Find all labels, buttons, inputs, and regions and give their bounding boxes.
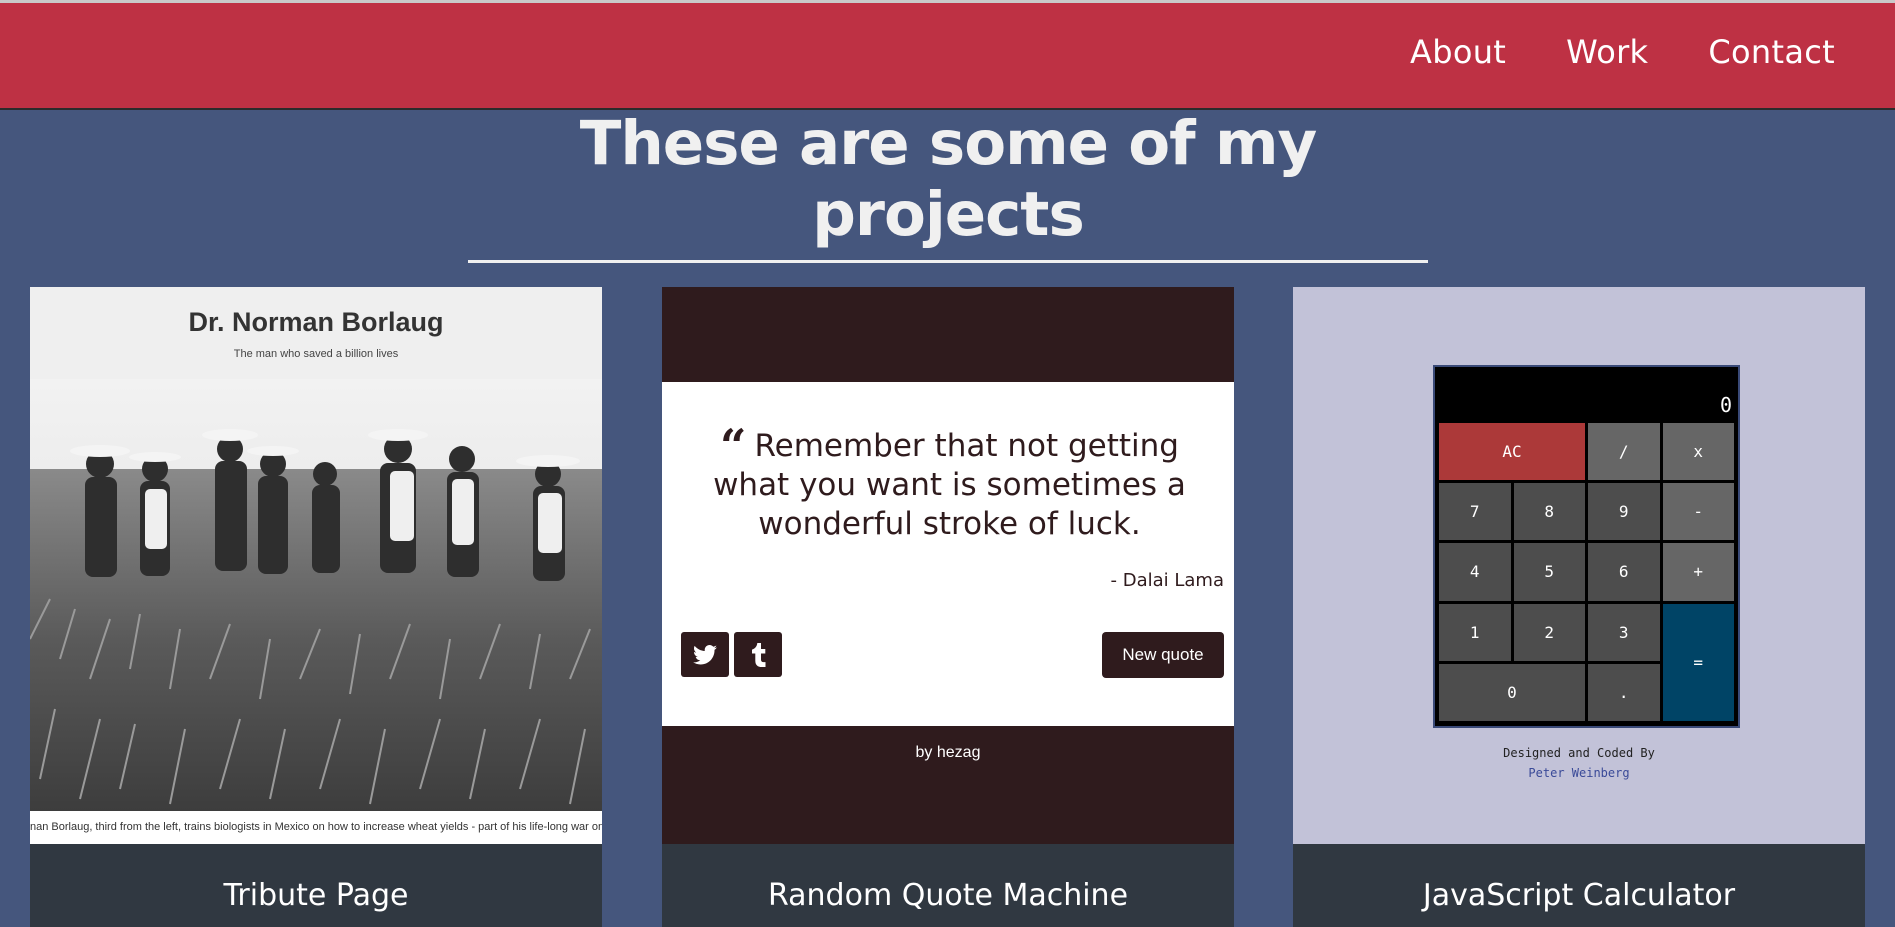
tweet-button[interactable]	[681, 632, 729, 677]
calculator-screenshot: 0 AC / x 7 8 9 - 4 5 6 + 1 2 3 = 0 . Des…	[1293, 287, 1865, 844]
projects-section-title: These are some of my projects	[468, 108, 1428, 263]
key-multiply[interactable]: x	[1661, 422, 1735, 482]
key-4[interactable]: 4	[1438, 542, 1512, 602]
main-nav: About Work Contact	[1410, 33, 1835, 71]
key-3[interactable]: 3	[1587, 602, 1661, 662]
key-2[interactable]: 2	[1512, 602, 1586, 662]
key-1[interactable]: 1	[1438, 602, 1512, 662]
calculator-credit: Designed and Coded By Peter Weinberg	[1293, 743, 1865, 783]
author-byline: by hezag	[915, 744, 981, 761]
new-quote-button[interactable]: New quote	[1102, 632, 1224, 678]
credit-line: Designed and Coded By	[1503, 746, 1655, 760]
tribute-page-screenshot: Dr. Norman Borlaug The man who saved a b…	[30, 287, 602, 844]
wheat-field-photo	[30, 379, 602, 811]
quote-body: Remember that not getting what you want …	[713, 428, 1186, 542]
project-tile-quote-machine[interactable]: “Remember that not getting what you want…	[662, 287, 1234, 927]
quote-text: “Remember that not getting what you want…	[702, 423, 1197, 544]
calculator: 0 AC / x 7 8 9 - 4 5 6 + 1 2 3 = 0 .	[1433, 365, 1740, 728]
key-add[interactable]: +	[1661, 542, 1735, 602]
site-header: About Work Contact	[0, 0, 1895, 110]
credit-author-link[interactable]: Peter Weinberg	[1293, 763, 1865, 783]
tumblr-icon	[752, 642, 766, 667]
tribute-header: Dr. Norman Borlaug The man who saved a b…	[30, 287, 602, 379]
key-8[interactable]: 8	[1512, 482, 1586, 542]
quote-author: - Dalai Lama	[1110, 570, 1224, 591]
project-tile-tribute[interactable]: Dr. Norman Borlaug The man who saved a b…	[30, 287, 602, 927]
quote-box: “Remember that not getting what you want…	[662, 382, 1234, 726]
key-9[interactable]: 9	[1587, 482, 1661, 542]
project-title: Tribute Page	[30, 844, 602, 927]
key-clear[interactable]: AC	[1438, 422, 1586, 482]
project-tile-calculator[interactable]: 0 AC / x 7 8 9 - 4 5 6 + 1 2 3 = 0 . Des…	[1293, 287, 1865, 927]
calculator-keypad: AC / x 7 8 9 - 4 5 6 + 1 2 3 = 0 .	[1438, 422, 1735, 722]
key-0[interactable]: 0	[1438, 662, 1586, 722]
key-7[interactable]: 7	[1438, 482, 1512, 542]
key-6[interactable]: 6	[1587, 542, 1661, 602]
key-equals[interactable]: =	[1661, 602, 1735, 722]
key-divide[interactable]: /	[1587, 422, 1661, 482]
nav-work-link[interactable]: Work	[1566, 33, 1648, 71]
nav-about-link[interactable]: About	[1410, 33, 1506, 71]
tribute-title: Dr. Norman Borlaug	[188, 307, 444, 337]
nav-contact-link[interactable]: Contact	[1708, 33, 1835, 71]
quote-machine-screenshot: “Remember that not getting what you want…	[662, 287, 1234, 844]
key-subtract[interactable]: -	[1661, 482, 1735, 542]
twitter-icon	[693, 644, 717, 664]
calculator-display: 0	[1719, 393, 1732, 417]
tumblr-button[interactable]	[734, 632, 782, 677]
photo-caption: nan Borlaug, third from the left, trains…	[30, 811, 602, 844]
key-decimal[interactable]: .	[1587, 662, 1661, 722]
quote-left-icon: “	[720, 419, 747, 473]
key-5[interactable]: 5	[1512, 542, 1586, 602]
project-title: JavaScript Calculator	[1293, 844, 1865, 927]
tribute-tagline: The man who saved a billion lives	[233, 348, 399, 360]
project-title: Random Quote Machine	[662, 844, 1234, 927]
